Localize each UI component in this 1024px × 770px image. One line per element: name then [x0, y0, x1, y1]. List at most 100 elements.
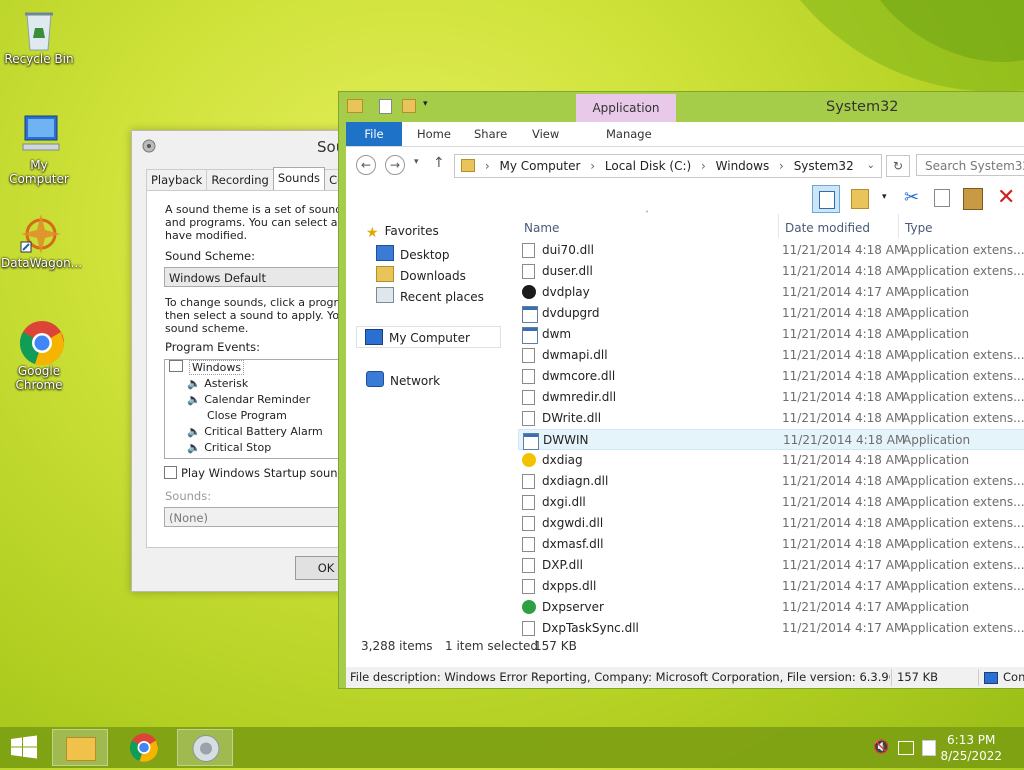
column-header-date-modified[interactable]: Date modified: [785, 218, 870, 238]
application-icon: [522, 453, 536, 467]
new-folder-qat-icon[interactable]: [402, 99, 416, 113]
action-center-icon[interactable]: [922, 740, 936, 756]
properties-qat-icon[interactable]: [379, 99, 392, 114]
volume-muted-icon[interactable]: 🔇: [873, 740, 889, 755]
startup-sound-checkbox[interactable]: [164, 466, 177, 479]
datawagon-icon: [19, 212, 61, 254]
properties-dropdown-icon[interactable]: ▾: [882, 192, 887, 202]
file-date-modified: 11/21/2014 4:18 AM: [782, 306, 905, 320]
file-row[interactable]: dwm 11/21/2014 4:18 AM Application: [518, 324, 1024, 345]
tab-share[interactable]: Share: [474, 122, 507, 146]
file-row[interactable]: dxdiag 11/21/2014 4:18 AM Application: [518, 450, 1024, 471]
nav-my-computer[interactable]: My Computer: [356, 326, 501, 348]
desktop-icon-datawagon[interactable]: DataWagon...: [1, 212, 82, 270]
qat-dropdown-icon[interactable]: ▾: [423, 99, 428, 109]
file-row[interactable]: DXP.dll 11/21/2014 4:17 AM Application ext…: [518, 555, 1024, 576]
file-name: DWrite.dll: [542, 411, 602, 425]
file-row[interactable]: dxdiagn.dll 11/21/2014 4:18 AM Application…: [518, 471, 1024, 492]
file-row[interactable]: DWrite.dll 11/21/2014 4:18 AM Application …: [518, 408, 1024, 429]
delete-icon[interactable]: ✕: [997, 185, 1015, 210]
content-area: ★ Favorites Desktop Downloads Recent plac…: [346, 210, 1024, 667]
tab-file[interactable]: File: [346, 122, 402, 146]
nav-favorites[interactable]: ★ Favorites: [366, 224, 439, 241]
desktop-icon-google-chrome[interactable]: Google Chrome: [1, 320, 77, 392]
nav-network[interactable]: Network: [366, 371, 440, 388]
file-row[interactable]: dxgwdi.dll 11/21/2014 4:18 AM Application …: [518, 513, 1024, 534]
network-tray-icon[interactable]: [898, 741, 914, 755]
column-header-name[interactable]: Name: [524, 218, 559, 238]
taskbar-file-explorer[interactable]: [52, 729, 108, 766]
event-item-critical-stop[interactable]: 🔈 Critical Stop: [165, 440, 365, 456]
file-date-modified: 11/21/2014 4:18 AM: [782, 264, 905, 278]
address-bar[interactable]: › My Computer › Local Disk (C:) › Window…: [454, 154, 882, 178]
tab-manage[interactable]: Manage: [606, 122, 652, 146]
details-divider: [891, 669, 892, 686]
refresh-button[interactable]: ↻: [886, 155, 910, 177]
nav-recent-places[interactable]: Recent places: [376, 287, 484, 304]
start-button[interactable]: [0, 729, 48, 766]
event-item-critical-battery-alarm[interactable]: 🔈 Critical Battery Alarm: [165, 424, 365, 440]
taskbar-sound[interactable]: [177, 729, 233, 766]
file-row[interactable]: dwmapi.dll 11/21/2014 4:18 AM Application …: [518, 345, 1024, 366]
event-item-calendar-reminder[interactable]: 🔈 Calendar Reminder: [165, 392, 365, 408]
tab-home[interactable]: Home: [417, 122, 451, 146]
event-item-windows[interactable]: Windows: [165, 360, 365, 376]
nav-downloads[interactable]: Downloads: [376, 266, 466, 283]
breadcrumb-local-disk[interactable]: Local Disk (C:): [605, 159, 691, 173]
properties-icon[interactable]: [851, 189, 869, 209]
clock[interactable]: 6:13 PM 8/25/2022: [940, 732, 1002, 764]
nav-desktop[interactable]: Desktop: [376, 245, 450, 262]
column-divider[interactable]: [898, 214, 899, 238]
cut-icon[interactable]: ✂: [904, 187, 919, 208]
desktop-icon-my-computer[interactable]: My Computer: [1, 114, 77, 186]
file-row[interactable]: dxpps.dll 11/21/2014 4:17 AM Application e…: [518, 576, 1024, 597]
copy-icon[interactable]: [934, 189, 950, 207]
file-row[interactable]: Dxpserver 11/21/2014 4:17 AM Application: [518, 597, 1024, 618]
file-row[interactable]: dwmredir.dll 11/21/2014 4:18 AM Applicatio…: [518, 387, 1024, 408]
paste-icon[interactable]: [963, 188, 983, 210]
recent-locations-dropdown[interactable]: ▾: [414, 157, 419, 167]
recent-places-icon: [376, 287, 394, 303]
program-events-list[interactable]: Windows 🔈 Asterisk 🔈 Calendar Reminder C…: [164, 359, 366, 459]
up-button[interactable]: ↑: [433, 155, 445, 171]
file-date-modified: 11/21/2014 4:18 AM: [782, 390, 905, 404]
file-date-modified: 11/21/2014 4:18 AM: [782, 474, 905, 488]
file-date-modified: 11/21/2014 4:18 AM: [782, 369, 905, 383]
forward-button[interactable]: →: [385, 155, 405, 175]
file-row[interactable]: dxmasf.dll 11/21/2014 4:18 AM Application …: [518, 534, 1024, 555]
event-item-asterisk[interactable]: 🔈 Asterisk: [165, 376, 365, 392]
explorer-titlebar: ▾ Application Tools System32: [339, 92, 1024, 143]
breadcrumb-windows[interactable]: Windows: [716, 159, 770, 173]
column-divider[interactable]: [778, 214, 779, 238]
file-type: Application extens...: [902, 558, 1024, 572]
file-date-modified: 11/21/2014 4:18 AM: [782, 411, 905, 425]
file-row[interactable]: dvdplay 11/21/2014 4:17 AM Application: [518, 282, 1024, 303]
file-row[interactable]: dvdupgrd 11/21/2014 4:18 AM Application: [518, 303, 1024, 324]
file-row[interactable]: dxgi.dll 11/21/2014 4:18 AM Application ex…: [518, 492, 1024, 513]
tab-recording[interactable]: Recording: [206, 169, 274, 190]
file-row[interactable]: dwmcore.dll 11/21/2014 4:18 AM Application…: [518, 366, 1024, 387]
file-row[interactable]: dui70.dll 11/21/2014 4:18 AM Application e…: [518, 240, 1024, 261]
sounds-select[interactable]: (None): [164, 507, 364, 527]
file-name: dxdiagn.dll: [542, 474, 609, 488]
tab-playback[interactable]: Playback: [146, 169, 208, 190]
tab-view[interactable]: View: [532, 122, 559, 146]
column-header-type[interactable]: Type: [905, 218, 933, 238]
file-row[interactable]: DWWIN 11/21/2014 4:18 AM Application: [518, 429, 1024, 450]
breadcrumb-my-computer[interactable]: My Computer: [499, 159, 580, 173]
breadcrumb-system32[interactable]: System32: [794, 159, 854, 173]
event-item-close-program[interactable]: Close Program: [165, 408, 365, 424]
desktop-icon-recycle-bin[interactable]: Recycle Bin: [1, 8, 77, 66]
address-dropdown-icon[interactable]: ⌄: [867, 155, 875, 177]
sound-scheme-select[interactable]: Windows Default: [164, 267, 364, 287]
file-row[interactable]: duser.dll 11/21/2014 4:18 AM Application e…: [518, 261, 1024, 282]
change-sounds-line: then select a sound to apply. You: [165, 309, 347, 322]
nav-label: Downloads: [400, 269, 466, 283]
back-button[interactable]: ←: [356, 155, 376, 175]
startup-sound-option[interactable]: Play Windows Startup sound: [164, 466, 345, 480]
application-icon: [522, 285, 536, 299]
taskbar-chrome[interactable]: [116, 729, 172, 766]
tab-sounds[interactable]: Sounds: [272, 167, 326, 190]
search-box[interactable]: Search System32: [916, 154, 1024, 176]
preview-pane-icon[interactable]: [812, 185, 840, 213]
